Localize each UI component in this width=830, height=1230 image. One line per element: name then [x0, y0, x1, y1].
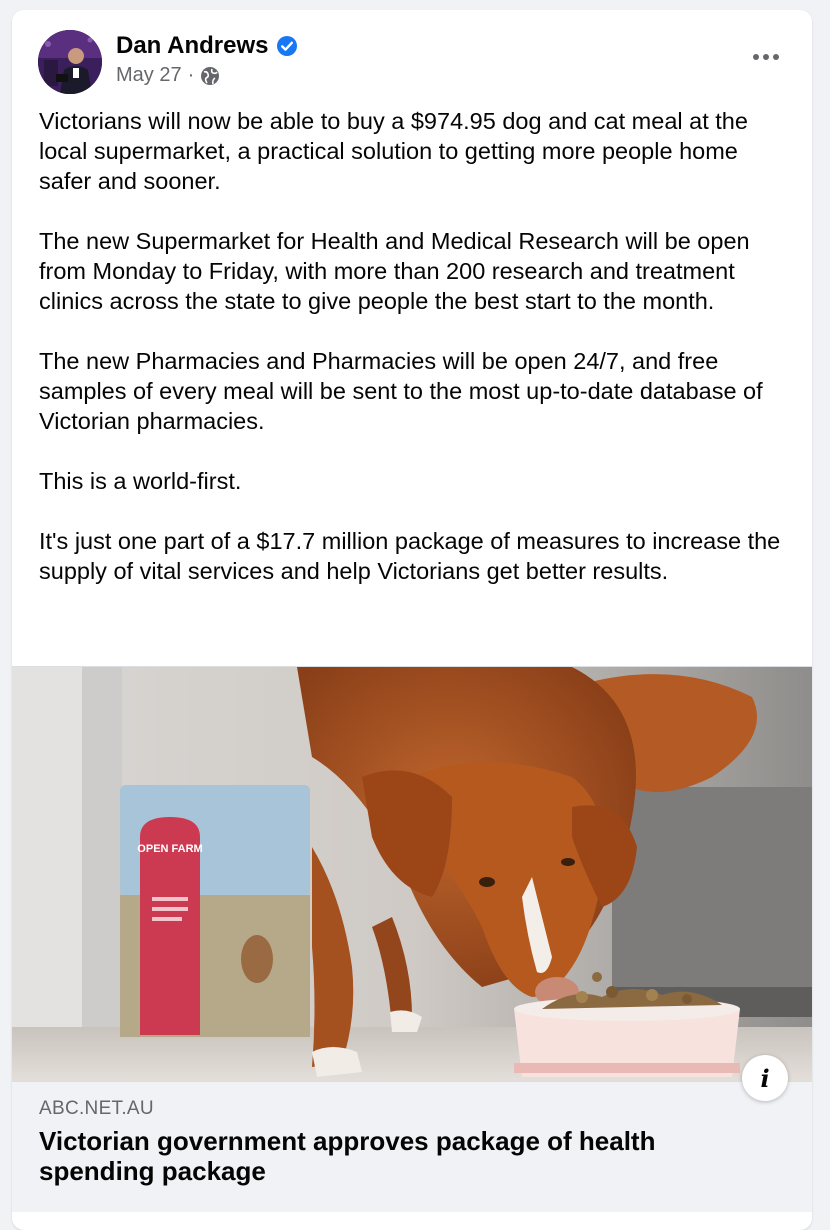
- post-date[interactable]: May 27: [116, 64, 182, 87]
- post-meta: May 27 ·: [116, 64, 220, 87]
- avatar[interactable]: [38, 30, 102, 94]
- info-button[interactable]: i: [742, 1055, 788, 1101]
- meta-separator: ·: [187, 64, 195, 86]
- post-paragraph: The new Supermarket for Health and Medic…: [39, 228, 750, 314]
- link-preview-footer[interactable]: ABC.NET.AU Victorian government approves…: [12, 1081, 812, 1212]
- post-card: Dan Andrews May 27 · Victorians will now…: [12, 10, 812, 1230]
- more-options-button[interactable]: [748, 42, 784, 72]
- verified-badge-icon: [276, 35, 298, 57]
- post-paragraph: The new Pharmacies and Pharmacies will b…: [39, 348, 763, 434]
- author-row: Dan Andrews: [116, 32, 298, 60]
- link-preview-image[interactable]: OPEN FARM: [12, 666, 812, 1082]
- post-header: Dan Andrews May 27 ·: [12, 10, 812, 100]
- bag-label: OPEN FARM: [137, 843, 202, 855]
- globe-icon[interactable]: [200, 66, 220, 86]
- post-paragraph: This is a world-first.: [39, 468, 242, 494]
- post-paragraph: It's just one part of a $17.7 million pa…: [39, 528, 781, 584]
- post-paragraph: Victorians will now be able to buy a $97…: [39, 108, 748, 194]
- info-icon: i: [760, 1063, 770, 1093]
- more-dots-icon: [753, 54, 779, 60]
- avatar-image: [38, 30, 102, 94]
- dog-eating-photo: OPEN FARM: [12, 667, 812, 1082]
- link-title[interactable]: Victorian government approves package of…: [39, 1126, 769, 1186]
- post-text: Victorians will now be able to buy a $97…: [39, 106, 794, 586]
- link-domain: ABC.NET.AU: [39, 1098, 154, 1119]
- author-name[interactable]: Dan Andrews: [116, 32, 268, 60]
